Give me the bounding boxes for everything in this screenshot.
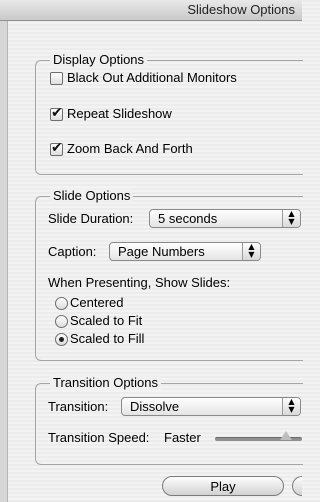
radio-scaled-to-fill[interactable] <box>55 333 68 346</box>
repeat-slideshow-label: Repeat Slideshow <box>67 106 172 121</box>
slider-knob-icon[interactable] <box>280 431 292 440</box>
radio-centered-label: Centered <box>70 295 124 310</box>
zoom-back-forth-checkbox[interactable] <box>50 140 63 156</box>
play-button-label: Play <box>210 479 236 494</box>
partial-button[interactable] <box>292 476 302 496</box>
slide-duration-label: Slide Duration: <box>48 211 134 226</box>
radio-scaled-to-fill-label: Scaled to Fill <box>70 331 145 346</box>
slide-duration-popup[interactable]: 5 seconds ▲ ▼ <box>149 209 301 228</box>
black-out-monitors-label: Black Out Additional Monitors <box>67 70 237 85</box>
transition-speed-value: Faster <box>164 430 201 445</box>
popup-stepper-icon: ▲ ▼ <box>282 210 300 227</box>
window-titlebar: Slideshow Options <box>0 0 302 21</box>
radio-scaled-to-fit[interactable] <box>55 315 68 328</box>
transition-speed-label: Transition Speed: <box>48 430 150 445</box>
slide-duration-value: 5 seconds <box>158 211 218 226</box>
transition-label: Transition: <box>48 399 109 414</box>
window-left-edge <box>0 21 8 502</box>
caption-popup[interactable]: Page Numbers ▲ ▼ <box>109 242 261 261</box>
window-title: Slideshow Options <box>187 2 295 17</box>
radio-centered[interactable] <box>55 297 68 310</box>
popup-stepper-icon: ▲ ▼ <box>282 398 300 415</box>
play-button[interactable]: Play <box>162 476 284 496</box>
transition-value: Dissolve <box>130 399 180 414</box>
black-out-monitors-checkbox[interactable] <box>50 72 63 85</box>
repeat-slideshow-checkbox[interactable] <box>50 105 63 121</box>
caption-value: Page Numbers <box>118 244 205 259</box>
transition-options-title: Transition Options <box>50 375 162 390</box>
presenting-label: When Presenting, Show Slides: <box>48 275 231 290</box>
display-options-title: Display Options <box>50 52 148 67</box>
slide-options-title: Slide Options <box>50 188 134 203</box>
zoom-back-forth-label: Zoom Back And Forth <box>67 141 193 156</box>
transition-popup[interactable]: Dissolve ▲ ▼ <box>121 397 301 416</box>
transition-options-group: Transition Options <box>35 375 303 465</box>
radio-scaled-to-fit-label: Scaled to Fit <box>70 313 143 328</box>
caption-label: Caption: <box>48 244 97 259</box>
popup-stepper-icon: ▲ ▼ <box>242 243 260 260</box>
